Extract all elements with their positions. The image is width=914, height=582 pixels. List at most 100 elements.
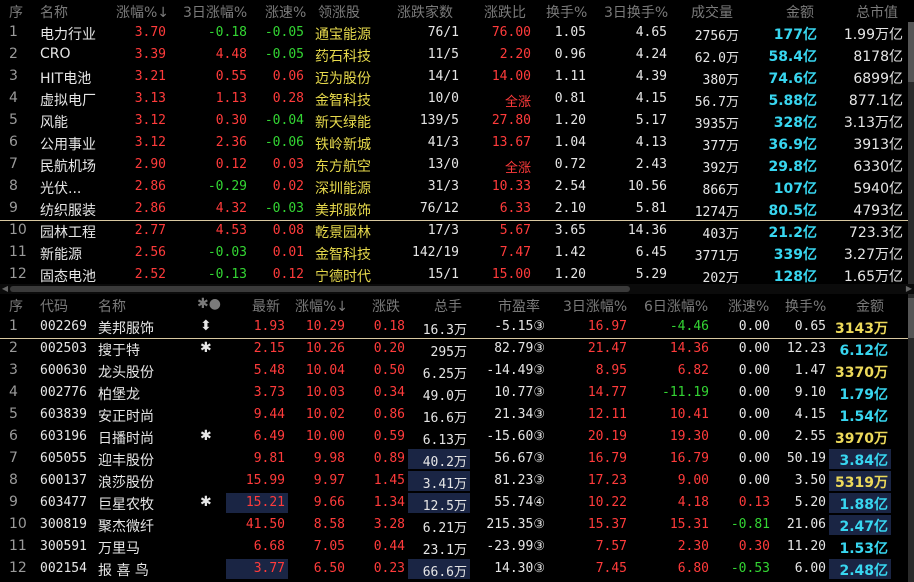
change-pct: 2.90 — [134, 157, 166, 172]
col-header-3day-change[interactable]: 3日涨幅% — [563, 296, 627, 316]
turnover-pct: 4.15 — [794, 407, 826, 422]
turnover-pct: 1.20 — [554, 113, 586, 128]
col-header-market-cap[interactable]: 总市值 — [856, 2, 898, 22]
stock-vertical-scrollbar[interactable] — [908, 294, 914, 582]
col-header-name[interactable]: 名称 — [98, 296, 126, 316]
col-header-up-down-count[interactable]: 涨跌家数 — [397, 2, 453, 22]
up-down-count: 41/3 — [427, 135, 459, 150]
stock-code: 603839 — [40, 407, 87, 422]
speed-pct: 0.00 — [738, 385, 770, 400]
col-header-index[interactable]: 序 — [9, 2, 23, 22]
col-header-amount[interactable]: 金额 — [786, 2, 814, 22]
sector-vertical-scrollbar[interactable] — [908, 22, 914, 284]
turnover-pct: 1.20 — [554, 267, 586, 282]
sector-row[interactable]: 5 风能 3.12 0.30 -0.04 新天绿能 139/5 27.80 1.20 5.17 39… — [0, 110, 914, 132]
speed-pct: 0.00 — [738, 473, 770, 488]
stock-row[interactable]: 8 600137 浪莎股份 15.99 9.97 1.45 3.41万 81.23③ 17.23… — [0, 470, 914, 492]
col-header-6day-change[interactable]: 6日涨幅% — [644, 296, 708, 316]
speed-pct: 0.13 — [738, 495, 770, 510]
stock-row[interactable]: 12 002154 报 喜 鸟 3.77 6.50 0.23 66.6万 14.30③ 7.45… — [0, 558, 914, 580]
speed-pct: 0.06 — [272, 69, 304, 84]
sector-row[interactable]: 11 新能源 2.56 -0.03 0.01 金智科技 142/19 7.47 1.42 6.45… — [0, 242, 914, 264]
sector-row[interactable]: 2 CRO 3.39 4.48 -0.05 药石科技 11/5 2.20 0.96 4.24 62.… — [0, 44, 914, 66]
col-header-turnover[interactable]: 换手% — [546, 2, 587, 22]
col-header-code[interactable]: 代码 — [40, 296, 68, 316]
col-header-volume[interactable]: 成交量 — [691, 2, 733, 22]
col-header-leader[interactable]: 领涨股 — [318, 2, 360, 22]
change-pct: 9.97 — [313, 473, 345, 488]
col-header-turnover[interactable]: 换手% — [785, 296, 826, 316]
scroll-right-icon[interactable]: ▶ — [904, 284, 914, 294]
leader-stock: 深圳能源 — [315, 181, 371, 197]
stock-row[interactable]: 2 002503 搜于特 ✱ 2.15 10.26 0.20 295万 82.79③ 21.47 1… — [0, 338, 914, 360]
sector-row[interactable]: 9 纺织服装 2.86 4.32 -0.03 美邦服饰 76/12 6.33 2.10 5.81 1… — [0, 198, 914, 220]
turnover-pct: 2.54 — [554, 179, 586, 194]
up-down-count: 31/3 — [427, 179, 459, 194]
scroll-left-icon[interactable]: ◀ — [0, 284, 10, 294]
speed-pct: 0.00 — [738, 451, 770, 466]
6day-change-pct: -11.19 — [662, 385, 709, 400]
change-pct: 2.77 — [134, 223, 166, 238]
col-header-price[interactable]: 最新 — [252, 296, 280, 316]
stock-row[interactable]: 9 603477 巨星农牧 ✱ 15.21 9.66 1.34 12.5万 55.74④ 10.2… — [0, 492, 914, 514]
6day-change-pct: 9.00 — [677, 473, 709, 488]
stock-row[interactable]: 5 603839 安正时尚 9.44 10.02 0.86 16.6万 21.34③ 12.11… — [0, 404, 914, 426]
col-header-up-down-ratio[interactable]: 涨跌比 — [484, 2, 526, 22]
amount: 5319万 — [835, 475, 888, 491]
col-header-change[interactable]: 涨幅%↓ — [295, 296, 348, 316]
sector-row[interactable]: 4 虚拟电厂 3.13 1.13 0.28 金智科技 10/0 全涨 0.81 4.15 56.7万… — [0, 88, 914, 110]
col-header-index[interactable]: 序 — [9, 296, 23, 316]
col-header-change[interactable]: 涨幅%↓ — [116, 2, 169, 22]
leader-stock: 铁岭新城 — [315, 137, 371, 153]
stock-row[interactable]: 6 603196 日播时尚 ✱ 6.49 10.00 0.59 6.13万 -15.60③ 20.… — [0, 426, 914, 448]
up-down-count: 76/1 — [427, 25, 459, 40]
market-cap: 1.99万亿 — [843, 27, 903, 43]
stock-row[interactable]: 11 300591 万里马 6.68 7.05 0.44 23.1万 -23.99③ 7.57 2… — [0, 536, 914, 558]
speed-pct: -0.05 — [264, 47, 304, 62]
col-header-3day-turnover[interactable]: 3日换手% — [604, 2, 668, 22]
col-header-3day-change[interactable]: 3日涨幅% — [183, 2, 247, 22]
sector-row[interactable]: 10 园林工程 2.77 4.53 0.08 乾景园林 17/3 5.67 3.65 14.36 4… — [0, 220, 914, 242]
sector-row[interactable]: 7 民航机场 2.90 0.12 0.03 东方航空 13/0 全涨 0.72 2.43 392万 2… — [0, 154, 914, 176]
col-header-diff[interactable]: 涨跌 — [372, 296, 400, 316]
3day-change-pct: 14.77 — [587, 385, 627, 400]
col-header-mark[interactable]: ✱● — [197, 296, 221, 312]
up-down-count: 15/1 — [427, 267, 459, 282]
total-volume: 3.41万 — [422, 477, 467, 492]
sector-row[interactable]: 6 公用事业 3.12 2.36 -0.06 铁岭新城 41/3 13.67 1.04 4.13 3… — [0, 132, 914, 154]
stock-row[interactable]: 10 300819 聚杰微纤 41.50 8.58 3.28 6.21万 215.35③ 15.… — [0, 514, 914, 536]
col-header-pe[interactable]: 市盈率 — [498, 296, 540, 316]
turnover-pct: 0.65 — [794, 319, 826, 334]
amount: 1.53亿 — [839, 541, 888, 557]
col-header-speed[interactable]: 涨速% — [265, 2, 306, 22]
stock-row[interactable]: 7 605055 迎丰股份 9.81 9.98 0.89 40.2万 56.67③ 16.79 1… — [0, 448, 914, 470]
col-header-volume[interactable]: 总手 — [434, 296, 462, 316]
3day-turnover-pct: 4.65 — [635, 25, 667, 40]
amount: 36.9亿 — [768, 137, 817, 153]
col-header-name[interactable]: 名称 — [40, 2, 68, 22]
turnover-pct: 1.11 — [554, 69, 586, 84]
sector-vertical-scroll-thumb[interactable] — [908, 22, 914, 82]
leader-stock: 乾景园林 — [315, 225, 371, 241]
sector-row[interactable]: 1 电力行业 3.70 -0.18 -0.05 通宝能源 76/1 76.00 1.05 4.65… — [0, 22, 914, 44]
stock-row[interactable]: 4 002776 柏堡龙 3.73 10.03 0.34 49.0万 10.77③ 14.77 -… — [0, 382, 914, 404]
horizontal-scroll-thumb[interactable] — [10, 286, 630, 292]
col-header-speed[interactable]: 涨速% — [728, 296, 769, 316]
amount: 80.5亿 — [768, 203, 817, 219]
sector-row[interactable]: 8 光伏... 2.86 -0.29 0.02 深圳能源 31/3 10.33 2.54 10.5… — [0, 176, 914, 198]
horizontal-scrollbar[interactable]: ◀ ▶ — [0, 284, 914, 294]
sector-row[interactable]: 3 HIT电池 3.21 0.55 0.06 迈为股份 14/1 14.00 1.11 4.39 3… — [0, 66, 914, 88]
stock-code: 002269 — [40, 319, 87, 334]
amount: 3370万 — [835, 365, 888, 381]
sector-row[interactable]: 12 固态电池 2.52 -0.13 0.12 宁德时代 15/1 15.00 1.20 5.29… — [0, 264, 914, 286]
stock-row[interactable]: 3 600630 龙头股份 5.48 10.04 0.50 6.25万 -14.49③ 8.95… — [0, 360, 914, 382]
volume: 377万 — [702, 139, 739, 154]
change-pct: 2.86 — [134, 201, 166, 216]
col-header-amount[interactable]: 金额 — [856, 296, 884, 316]
up-down-ratio: 6.33 — [499, 201, 531, 216]
pe-ratio: 14.30③ — [494, 561, 545, 576]
stock-row[interactable]: 1 002269 美邦服饰 ⬍ 1.93 10.29 0.18 16.3万 -5.15③ 16.9… — [0, 316, 914, 338]
speed-pct: 0.30 — [738, 539, 770, 554]
last-price: 6.68 — [253, 539, 285, 554]
stock-vertical-scroll-thumb[interactable] — [908, 298, 914, 338]
